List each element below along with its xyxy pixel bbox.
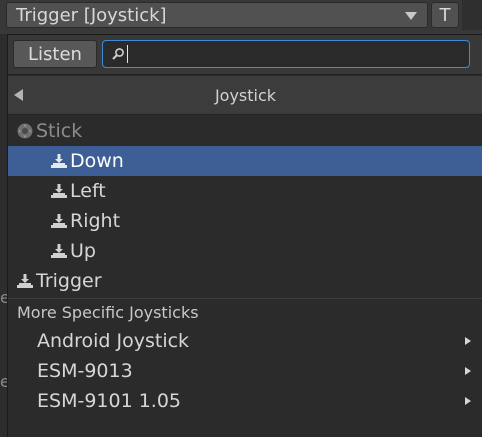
list-item-right[interactable]: Right bbox=[8, 206, 482, 236]
search-icon bbox=[111, 47, 125, 61]
binding-row: Trigger [Joystick] T bbox=[0, 0, 482, 30]
search-bar: Listen bbox=[8, 35, 482, 75]
list-item-label: Right bbox=[70, 210, 121, 232]
more-specific-header: More Specific Joysticks bbox=[17, 303, 199, 322]
stick-icon bbox=[16, 122, 34, 140]
button-control-icon bbox=[50, 242, 68, 260]
list-item-left[interactable]: Left bbox=[8, 176, 482, 206]
background-panel: e e bbox=[0, 34, 10, 437]
device-label: Android Joystick bbox=[37, 330, 190, 352]
listen-button[interactable]: Listen bbox=[13, 40, 97, 68]
device-item-android-joystick[interactable]: Android Joystick bbox=[8, 326, 482, 356]
device-item-esm-9013[interactable]: ESM-9013 bbox=[8, 356, 482, 386]
list-item-stick: Stick bbox=[8, 116, 482, 146]
list-item-label: Trigger bbox=[36, 270, 102, 292]
control-picker-popup: Listen Joystick Stick Down Left Right Up… bbox=[7, 34, 482, 437]
text-mode-button[interactable]: T bbox=[431, 2, 459, 28]
binding-path-label: Trigger [Joystick] bbox=[16, 4, 167, 26]
submenu-arrow-icon bbox=[465, 397, 471, 405]
text-caret bbox=[127, 45, 128, 63]
device-item-esm-9101[interactable]: ESM-9101 1.05 bbox=[8, 386, 482, 416]
list-item-up[interactable]: Up bbox=[8, 236, 482, 266]
list-item-label: Up bbox=[70, 240, 96, 262]
device-label: ESM-9013 bbox=[37, 360, 133, 382]
panel-edge bbox=[462, 0, 482, 30]
button-control-icon bbox=[16, 272, 34, 290]
button-control-icon bbox=[50, 182, 68, 200]
list-item-label: Stick bbox=[36, 120, 83, 142]
dropdown-arrow-icon bbox=[405, 12, 417, 20]
search-input[interactable] bbox=[102, 40, 470, 68]
category-title: Joystick bbox=[214, 86, 277, 105]
input-binding-editor: Trigger [Joystick] T e e Listen Joystick… bbox=[0, 0, 482, 437]
list-item-label: Left bbox=[70, 180, 106, 202]
button-control-icon bbox=[50, 152, 68, 170]
device-label: ESM-9101 1.05 bbox=[37, 390, 182, 412]
category-header: Joystick bbox=[8, 76, 482, 115]
list-item-trigger[interactable]: Trigger bbox=[8, 266, 482, 296]
button-control-icon bbox=[50, 212, 68, 230]
list-item-label: Down bbox=[70, 150, 124, 172]
binding-path-dropdown[interactable]: Trigger [Joystick] bbox=[6, 2, 428, 28]
submenu-arrow-icon bbox=[465, 337, 471, 345]
list-item-down[interactable]: Down bbox=[8, 146, 482, 176]
control-list: Stick Down Left Right Up Trigger More Sp… bbox=[8, 116, 482, 416]
submenu-arrow-icon bbox=[465, 367, 471, 375]
